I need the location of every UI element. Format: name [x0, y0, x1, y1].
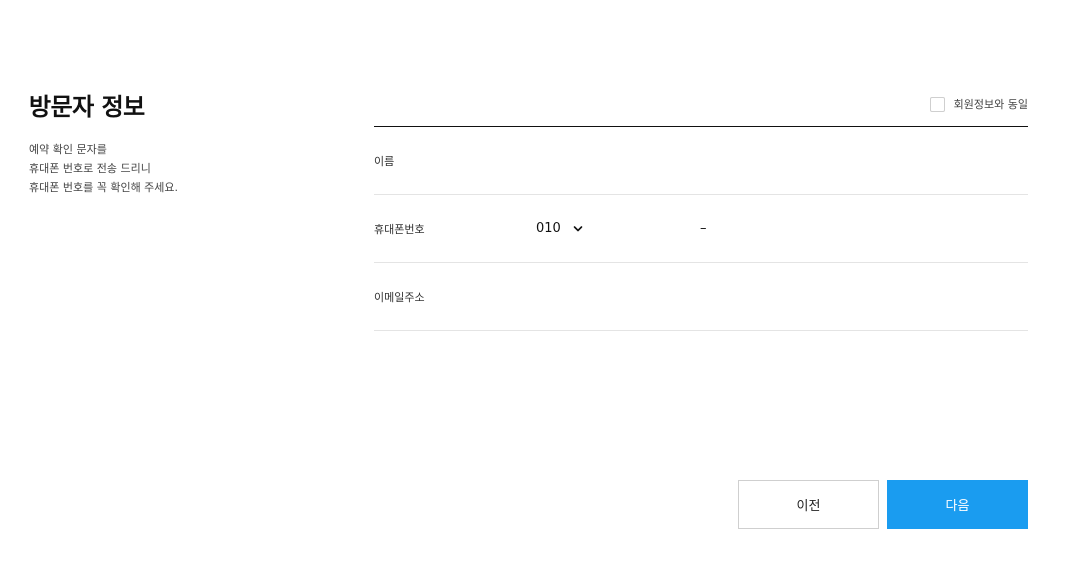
- visitor-info-page: 방문자 정보 예약 확인 문자를 휴대폰 번호로 전송 드리니 휴대폰 번호를 …: [0, 0, 1071, 569]
- same-as-member-checkbox[interactable]: [929, 96, 945, 112]
- name-row: 이름: [374, 127, 1028, 195]
- phone-row: 휴대폰번호 010 –: [374, 195, 1028, 263]
- email-row: 이메일주소: [374, 263, 1028, 331]
- intro-desc-line: 휴대폰 번호를 꼭 확인해 주세요.: [29, 181, 179, 194]
- email-input[interactable]: [536, 275, 1028, 318]
- phone-prefix-select[interactable]: 010: [536, 221, 656, 236]
- button-group: 이전 다음: [738, 480, 1028, 529]
- intro-section: 방문자 정보 예약 확인 문자를 휴대폰 번호로 전송 드리니 휴대폰 번호를 …: [29, 90, 329, 197]
- next-button[interactable]: 다음: [887, 480, 1028, 529]
- phone-label: 휴대폰번호: [374, 222, 425, 236]
- intro-desc-line: 휴대폰 번호로 전송 드리니: [29, 162, 151, 175]
- name-input[interactable]: [536, 139, 1028, 182]
- same-as-member-label: 회원정보와 동일: [953, 98, 1028, 111]
- chevron-down-icon: [573, 225, 583, 231]
- email-label: 이메일주소: [374, 290, 425, 304]
- prev-button[interactable]: 이전: [738, 480, 879, 529]
- phone-middle-input[interactable]: [656, 212, 700, 245]
- page-title: 방문자 정보: [29, 93, 145, 121]
- intro-desc-line: 예약 확인 문자를: [29, 143, 107, 156]
- form-header: 회원정보와 동일: [374, 92, 1028, 127]
- same-as-member-toggle[interactable]: 회원정보와 동일: [929, 96, 1028, 112]
- phone-prefix-value: 010: [536, 221, 561, 236]
- phone-inputs: 010 –: [536, 212, 1028, 245]
- visitor-form: 회원정보와 동일 이름 휴대폰번호 010 – 이메일주소: [374, 92, 1028, 331]
- name-label: 이름: [374, 154, 395, 168]
- phone-last-input[interactable]: [706, 212, 1028, 245]
- intro-description: 예약 확인 문자를 휴대폰 번호로 전송 드리니 휴대폰 번호를 꼭 확인해 주…: [29, 140, 329, 197]
